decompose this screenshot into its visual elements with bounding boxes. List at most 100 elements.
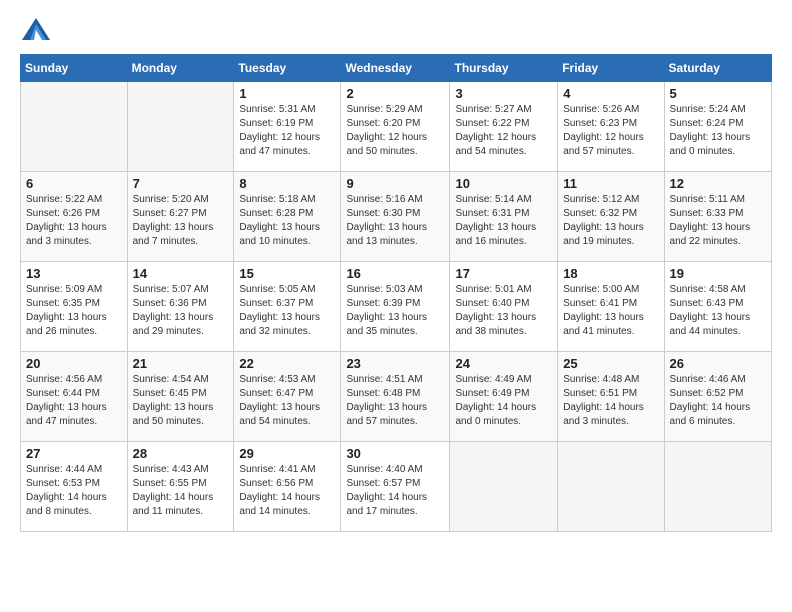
day-number: 20 bbox=[26, 356, 122, 371]
day-number: 24 bbox=[455, 356, 552, 371]
day-info: Sunrise: 4:40 AM Sunset: 6:57 PM Dayligh… bbox=[346, 463, 444, 519]
day-number: 3 bbox=[455, 86, 552, 101]
day-cell: 15 Sunrise: 5:05 AM Sunset: 6:37 PM Dayli… bbox=[234, 262, 341, 352]
day-number: 6 bbox=[26, 176, 122, 191]
day-cell: 8 Sunrise: 5:18 AM Sunset: 6:28 PM Daylig… bbox=[234, 172, 341, 262]
day-number: 8 bbox=[239, 176, 335, 191]
week-row-4: 20 Sunrise: 4:56 AM Sunset: 6:44 PM Dayli… bbox=[21, 352, 772, 442]
page: SundayMondayTuesdayWednesdayThursdayFrid… bbox=[0, 0, 792, 548]
logo bbox=[20, 16, 56, 44]
col-header-tuesday: Tuesday bbox=[234, 55, 341, 82]
day-info: Sunrise: 5:11 AM Sunset: 6:33 PM Dayligh… bbox=[670, 193, 766, 249]
day-number: 19 bbox=[670, 266, 766, 281]
col-header-friday: Friday bbox=[558, 55, 664, 82]
day-info: Sunrise: 5:31 AM Sunset: 6:19 PM Dayligh… bbox=[239, 103, 335, 159]
day-number: 29 bbox=[239, 446, 335, 461]
day-number: 21 bbox=[133, 356, 229, 371]
day-cell: 25 Sunrise: 4:48 AM Sunset: 6:51 PM Dayli… bbox=[558, 352, 664, 442]
day-number: 13 bbox=[26, 266, 122, 281]
day-info: Sunrise: 4:54 AM Sunset: 6:45 PM Dayligh… bbox=[133, 373, 229, 429]
header-row: SundayMondayTuesdayWednesdayThursdayFrid… bbox=[21, 55, 772, 82]
day-info: Sunrise: 4:56 AM Sunset: 6:44 PM Dayligh… bbox=[26, 373, 122, 429]
day-number: 23 bbox=[346, 356, 444, 371]
col-header-thursday: Thursday bbox=[450, 55, 558, 82]
day-number: 4 bbox=[563, 86, 658, 101]
day-info: Sunrise: 5:01 AM Sunset: 6:40 PM Dayligh… bbox=[455, 283, 552, 339]
day-info: Sunrise: 5:22 AM Sunset: 6:26 PM Dayligh… bbox=[26, 193, 122, 249]
week-row-3: 13 Sunrise: 5:09 AM Sunset: 6:35 PM Dayli… bbox=[21, 262, 772, 352]
day-info: Sunrise: 4:48 AM Sunset: 6:51 PM Dayligh… bbox=[563, 373, 658, 429]
day-cell bbox=[127, 82, 234, 172]
day-cell: 21 Sunrise: 4:54 AM Sunset: 6:45 PM Dayli… bbox=[127, 352, 234, 442]
day-number: 26 bbox=[670, 356, 766, 371]
day-cell bbox=[664, 442, 771, 532]
day-number: 30 bbox=[346, 446, 444, 461]
header bbox=[20, 16, 772, 44]
day-number: 15 bbox=[239, 266, 335, 281]
day-number: 28 bbox=[133, 446, 229, 461]
day-cell: 13 Sunrise: 5:09 AM Sunset: 6:35 PM Dayli… bbox=[21, 262, 128, 352]
day-cell: 23 Sunrise: 4:51 AM Sunset: 6:48 PM Dayli… bbox=[341, 352, 450, 442]
day-info: Sunrise: 5:00 AM Sunset: 6:41 PM Dayligh… bbox=[563, 283, 658, 339]
col-header-saturday: Saturday bbox=[664, 55, 771, 82]
col-header-monday: Monday bbox=[127, 55, 234, 82]
day-number: 14 bbox=[133, 266, 229, 281]
day-info: Sunrise: 5:05 AM Sunset: 6:37 PM Dayligh… bbox=[239, 283, 335, 339]
day-info: Sunrise: 5:29 AM Sunset: 6:20 PM Dayligh… bbox=[346, 103, 444, 159]
day-cell bbox=[21, 82, 128, 172]
day-cell: 12Sunrise: 5:11 AM Sunset: 6:33 PM Dayli… bbox=[664, 172, 771, 262]
day-number: 7 bbox=[133, 176, 229, 191]
day-number: 16 bbox=[346, 266, 444, 281]
day-cell bbox=[558, 442, 664, 532]
day-cell: 16 Sunrise: 5:03 AM Sunset: 6:39 PM Dayli… bbox=[341, 262, 450, 352]
day-number: 1 bbox=[239, 86, 335, 101]
day-info: Sunrise: 4:58 AM Sunset: 6:43 PM Dayligh… bbox=[670, 283, 766, 339]
day-cell: 9 Sunrise: 5:16 AM Sunset: 6:30 PM Daylig… bbox=[341, 172, 450, 262]
day-cell: 2 Sunrise: 5:29 AM Sunset: 6:20 PM Daylig… bbox=[341, 82, 450, 172]
day-info: Sunrise: 4:44 AM Sunset: 6:53 PM Dayligh… bbox=[26, 463, 122, 519]
day-cell: 24Sunrise: 4:49 AM Sunset: 6:49 PM Dayli… bbox=[450, 352, 558, 442]
day-cell: 5Sunrise: 5:24 AM Sunset: 6:24 PM Daylig… bbox=[664, 82, 771, 172]
calendar-table: SundayMondayTuesdayWednesdayThursdayFrid… bbox=[20, 54, 772, 532]
week-row-1: 1 Sunrise: 5:31 AM Sunset: 6:19 PM Daylig… bbox=[21, 82, 772, 172]
day-info: Sunrise: 5:03 AM Sunset: 6:39 PM Dayligh… bbox=[346, 283, 444, 339]
day-cell: 7Sunrise: 5:20 AM Sunset: 6:27 PM Daylig… bbox=[127, 172, 234, 262]
day-info: Sunrise: 5:07 AM Sunset: 6:36 PM Dayligh… bbox=[133, 283, 229, 339]
week-row-5: 27 Sunrise: 4:44 AM Sunset: 6:53 PM Dayli… bbox=[21, 442, 772, 532]
day-info: Sunrise: 5:14 AM Sunset: 6:31 PM Dayligh… bbox=[455, 193, 552, 249]
day-cell: 30 Sunrise: 4:40 AM Sunset: 6:57 PM Dayli… bbox=[341, 442, 450, 532]
day-cell: 20 Sunrise: 4:56 AM Sunset: 6:44 PM Dayli… bbox=[21, 352, 128, 442]
day-number: 11 bbox=[563, 176, 658, 191]
day-cell: 3 Sunrise: 5:27 AM Sunset: 6:22 PM Daylig… bbox=[450, 82, 558, 172]
day-cell: 10Sunrise: 5:14 AM Sunset: 6:31 PM Dayli… bbox=[450, 172, 558, 262]
day-info: Sunrise: 4:43 AM Sunset: 6:55 PM Dayligh… bbox=[133, 463, 229, 519]
day-cell: 27 Sunrise: 4:44 AM Sunset: 6:53 PM Dayli… bbox=[21, 442, 128, 532]
day-cell: 26 Sunrise: 4:46 AM Sunset: 6:52 PM Dayli… bbox=[664, 352, 771, 442]
day-number: 2 bbox=[346, 86, 444, 101]
day-cell: 14 Sunrise: 5:07 AM Sunset: 6:36 PM Dayli… bbox=[127, 262, 234, 352]
day-info: Sunrise: 5:27 AM Sunset: 6:22 PM Dayligh… bbox=[455, 103, 552, 159]
day-cell: 19 Sunrise: 4:58 AM Sunset: 6:43 PM Dayli… bbox=[664, 262, 771, 352]
day-info: Sunrise: 4:41 AM Sunset: 6:56 PM Dayligh… bbox=[239, 463, 335, 519]
day-number: 25 bbox=[563, 356, 658, 371]
day-number: 22 bbox=[239, 356, 335, 371]
day-cell: 29 Sunrise: 4:41 AM Sunset: 6:56 PM Dayli… bbox=[234, 442, 341, 532]
col-header-sunday: Sunday bbox=[21, 55, 128, 82]
day-info: Sunrise: 5:18 AM Sunset: 6:28 PM Dayligh… bbox=[239, 193, 335, 249]
logo-icon bbox=[20, 16, 52, 44]
day-cell: 4 Sunrise: 5:26 AM Sunset: 6:23 PM Daylig… bbox=[558, 82, 664, 172]
day-info: Sunrise: 4:51 AM Sunset: 6:48 PM Dayligh… bbox=[346, 373, 444, 429]
day-number: 17 bbox=[455, 266, 552, 281]
day-cell: 6 Sunrise: 5:22 AM Sunset: 6:26 PM Daylig… bbox=[21, 172, 128, 262]
day-info: Sunrise: 4:53 AM Sunset: 6:47 PM Dayligh… bbox=[239, 373, 335, 429]
day-info: Sunrise: 5:24 AM Sunset: 6:24 PM Dayligh… bbox=[670, 103, 766, 159]
day-info: Sunrise: 4:46 AM Sunset: 6:52 PM Dayligh… bbox=[670, 373, 766, 429]
col-header-wednesday: Wednesday bbox=[341, 55, 450, 82]
day-info: Sunrise: 5:16 AM Sunset: 6:30 PM Dayligh… bbox=[346, 193, 444, 249]
day-info: Sunrise: 5:26 AM Sunset: 6:23 PM Dayligh… bbox=[563, 103, 658, 159]
day-number: 18 bbox=[563, 266, 658, 281]
day-info: Sunrise: 5:09 AM Sunset: 6:35 PM Dayligh… bbox=[26, 283, 122, 339]
day-number: 9 bbox=[346, 176, 444, 191]
day-cell: 28 Sunrise: 4:43 AM Sunset: 6:55 PM Dayli… bbox=[127, 442, 234, 532]
day-number: 27 bbox=[26, 446, 122, 461]
